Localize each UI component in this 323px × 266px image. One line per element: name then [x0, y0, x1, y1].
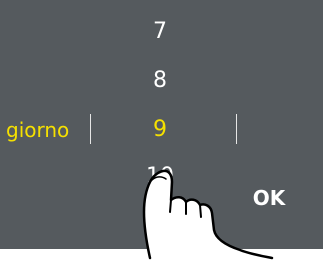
picker-item-10[interactable]: 10: [120, 164, 200, 190]
picker-item-7[interactable]: 7: [120, 19, 200, 45]
picker-field-label: giorno: [6, 118, 70, 142]
selection-divider-left: [90, 114, 91, 144]
picker-item-11[interactable]: 11: [120, 212, 200, 238]
picker-item-8[interactable]: 8: [120, 68, 200, 94]
date-picker-screen: giorno 7 8 9 10 11 OK: [0, 0, 323, 249]
ok-button[interactable]: OK: [244, 180, 294, 216]
selection-divider-right: [236, 114, 237, 144]
picker-item-selected[interactable]: 9: [120, 117, 200, 143]
